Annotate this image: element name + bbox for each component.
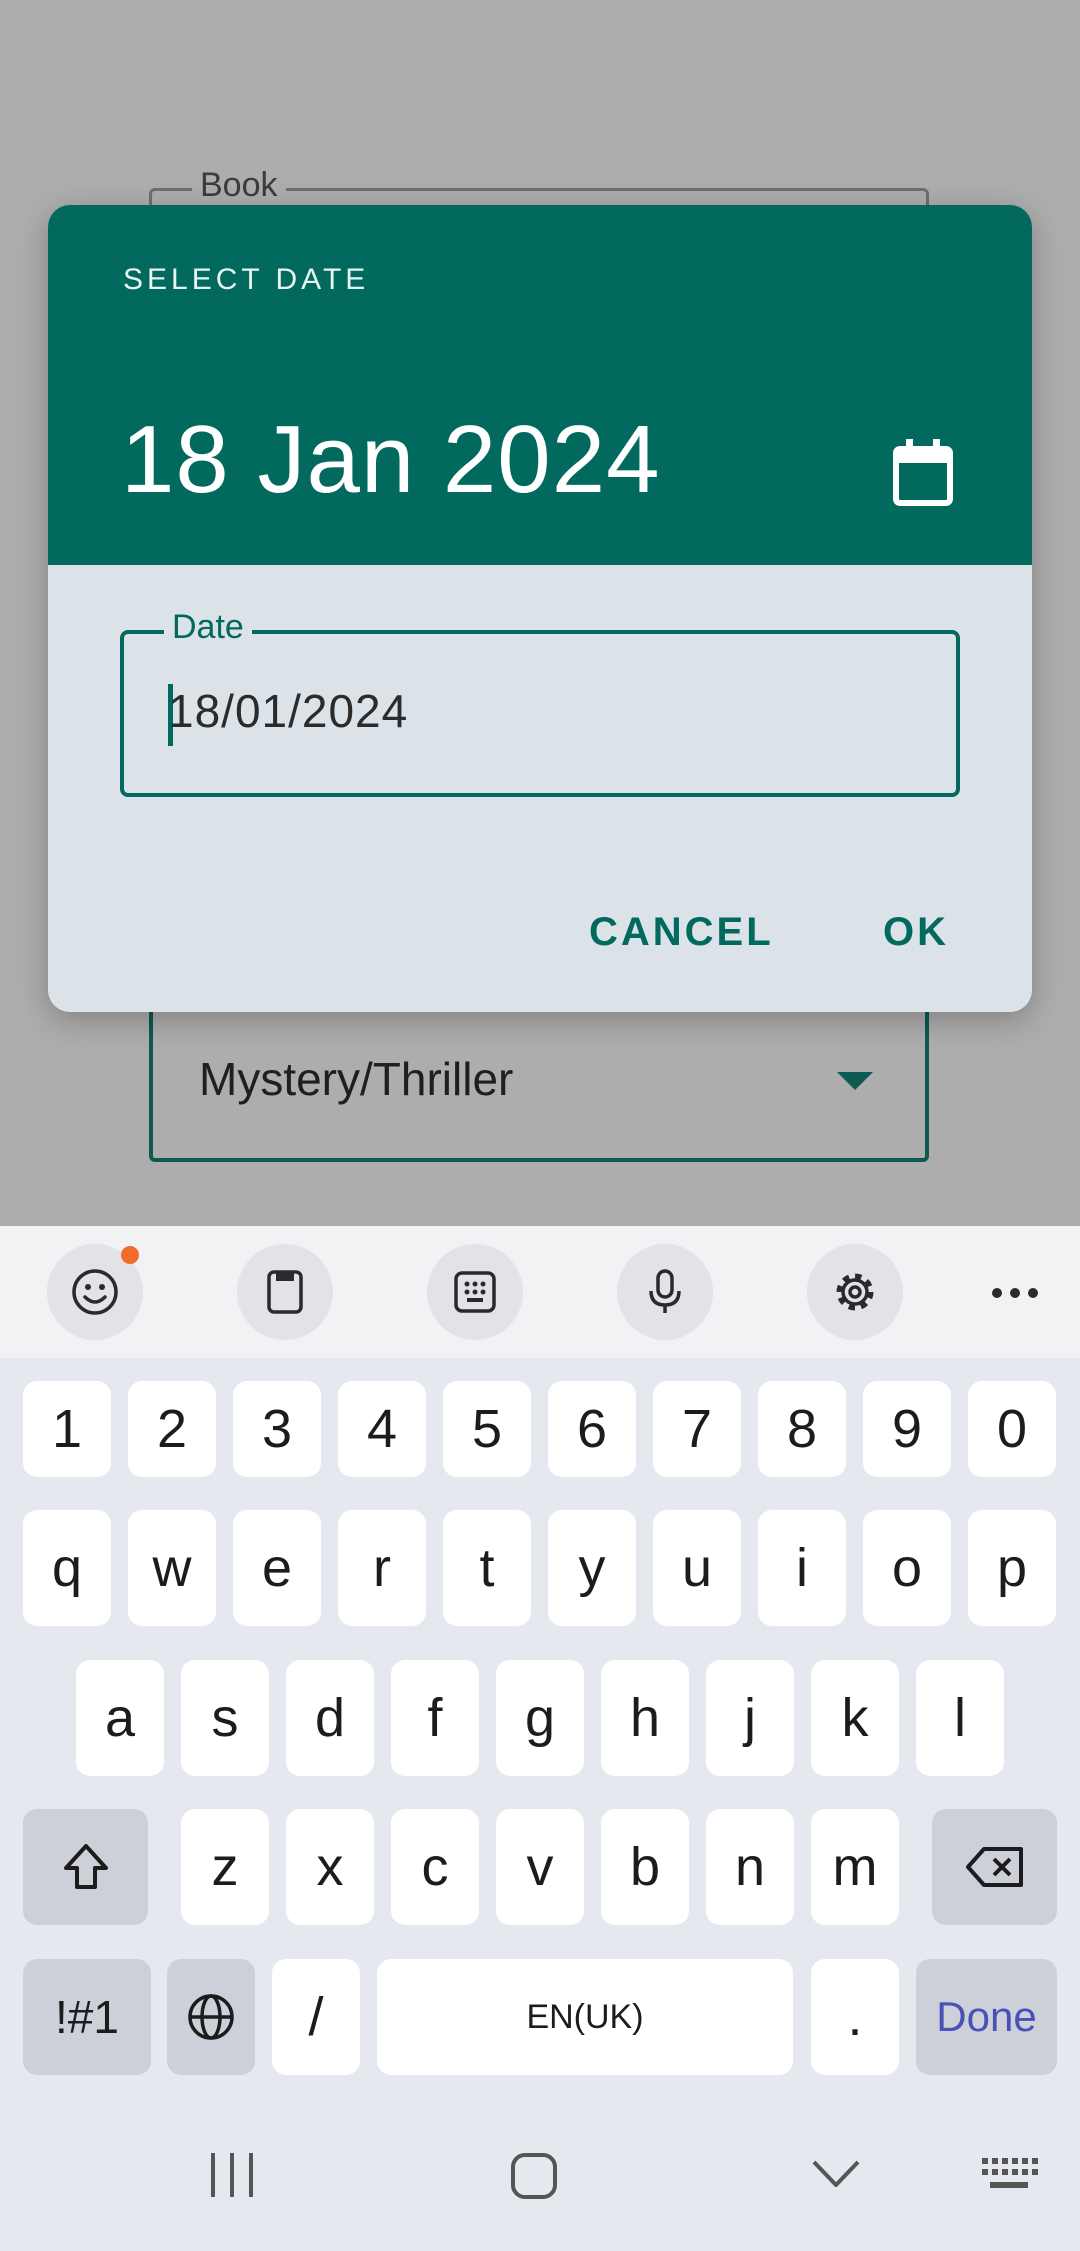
key-o[interactable]: o	[863, 1510, 951, 1626]
key-g[interactable]: g	[496, 1660, 584, 1776]
navigation-bar	[0, 2100, 1080, 2251]
shift-key[interactable]	[23, 1809, 148, 1925]
key-c[interactable]: c	[391, 1809, 479, 1925]
on-screen-keyboard: 1 2 3 4 5 6 7 8 9 0 q w e r t y u i o p …	[0, 1226, 1080, 2100]
dropdown-arrow-icon	[837, 1072, 873, 1090]
date-input-field[interactable]: Date 18/01/2024	[120, 608, 960, 797]
key-5[interactable]: 5	[443, 1381, 531, 1477]
keyboard-toolbar	[0, 1226, 1080, 1358]
date-input-value[interactable]: 18/01/2024	[168, 684, 408, 738]
date-picker-dialog: SELECT DATE 18 Jan 2024 Date 18/01/2024 …	[48, 205, 1032, 1012]
slash-key[interactable]: /	[272, 1959, 360, 2075]
keyboard-switch-icon[interactable]	[980, 2156, 1038, 2192]
key-u[interactable]: u	[653, 1510, 741, 1626]
key-2[interactable]: 2	[128, 1381, 216, 1477]
settings-icon[interactable]	[807, 1244, 903, 1340]
home-icon[interactable]	[509, 2151, 559, 2201]
done-key[interactable]: Done	[916, 1959, 1057, 2075]
backspace-key[interactable]	[932, 1809, 1057, 1925]
key-q[interactable]: q	[23, 1510, 111, 1626]
recent-apps-icon[interactable]	[208, 2150, 256, 2200]
space-key[interactable]: EN(UK)	[377, 1959, 793, 2075]
selected-date-headline: 18 Jan 2024	[121, 406, 661, 513]
key-m[interactable]: m	[811, 1809, 899, 1925]
key-6[interactable]: 6	[548, 1381, 636, 1477]
key-f[interactable]: f	[391, 1660, 479, 1776]
key-l[interactable]: l	[916, 1660, 1004, 1776]
key-v[interactable]: v	[496, 1809, 584, 1925]
microphone-icon[interactable]	[617, 1244, 713, 1340]
genre-value: Mystery/Thriller	[199, 1053, 514, 1105]
key-z[interactable]: z	[181, 1809, 269, 1925]
key-d[interactable]: d	[286, 1660, 374, 1776]
key-7[interactable]: 7	[653, 1381, 741, 1477]
key-e[interactable]: e	[233, 1510, 321, 1626]
date-field-label: Date	[164, 608, 252, 647]
backspace-icon	[965, 1847, 1023, 1887]
key-n[interactable]: n	[706, 1809, 794, 1925]
cancel-button[interactable]: CANCEL	[589, 910, 774, 955]
ok-button[interactable]: OK	[883, 910, 949, 955]
key-t[interactable]: t	[443, 1510, 531, 1626]
key-k[interactable]: k	[811, 1660, 899, 1776]
more-icon[interactable]	[990, 1286, 1040, 1300]
calendar-icon[interactable]	[891, 437, 955, 507]
key-h[interactable]: h	[601, 1660, 689, 1776]
key-y[interactable]: y	[548, 1510, 636, 1626]
language-key[interactable]	[167, 1959, 255, 2075]
key-w[interactable]: w	[128, 1510, 216, 1626]
dialog-title: SELECT DATE	[123, 263, 370, 296]
key-s[interactable]: s	[181, 1660, 269, 1776]
symbols-key[interactable]: !#1	[23, 1959, 151, 2075]
key-j[interactable]: j	[706, 1660, 794, 1776]
key-0[interactable]: 0	[968, 1381, 1056, 1477]
key-1[interactable]: 1	[23, 1381, 111, 1477]
back-down-icon[interactable]	[810, 2158, 862, 2190]
key-a[interactable]: a	[76, 1660, 164, 1776]
book-field-label: Book	[192, 166, 286, 205]
key-4[interactable]: 4	[338, 1381, 426, 1477]
period-key[interactable]: .	[811, 1959, 899, 2075]
clipboard-icon[interactable]	[237, 1244, 333, 1340]
key-i[interactable]: i	[758, 1510, 846, 1626]
key-p[interactable]: p	[968, 1510, 1056, 1626]
key-9[interactable]: 9	[863, 1381, 951, 1477]
notification-dot	[121, 1246, 139, 1264]
key-r[interactable]: r	[338, 1510, 426, 1626]
globe-icon	[188, 1994, 234, 2040]
shift-icon	[63, 1844, 108, 1889]
key-b[interactable]: b	[601, 1809, 689, 1925]
keypad-icon[interactable]	[427, 1244, 523, 1340]
key-3[interactable]: 3	[233, 1381, 321, 1477]
dialog-header: SELECT DATE 18 Jan 2024	[48, 205, 1032, 565]
key-x[interactable]: x	[286, 1809, 374, 1925]
key-8[interactable]: 8	[758, 1381, 846, 1477]
